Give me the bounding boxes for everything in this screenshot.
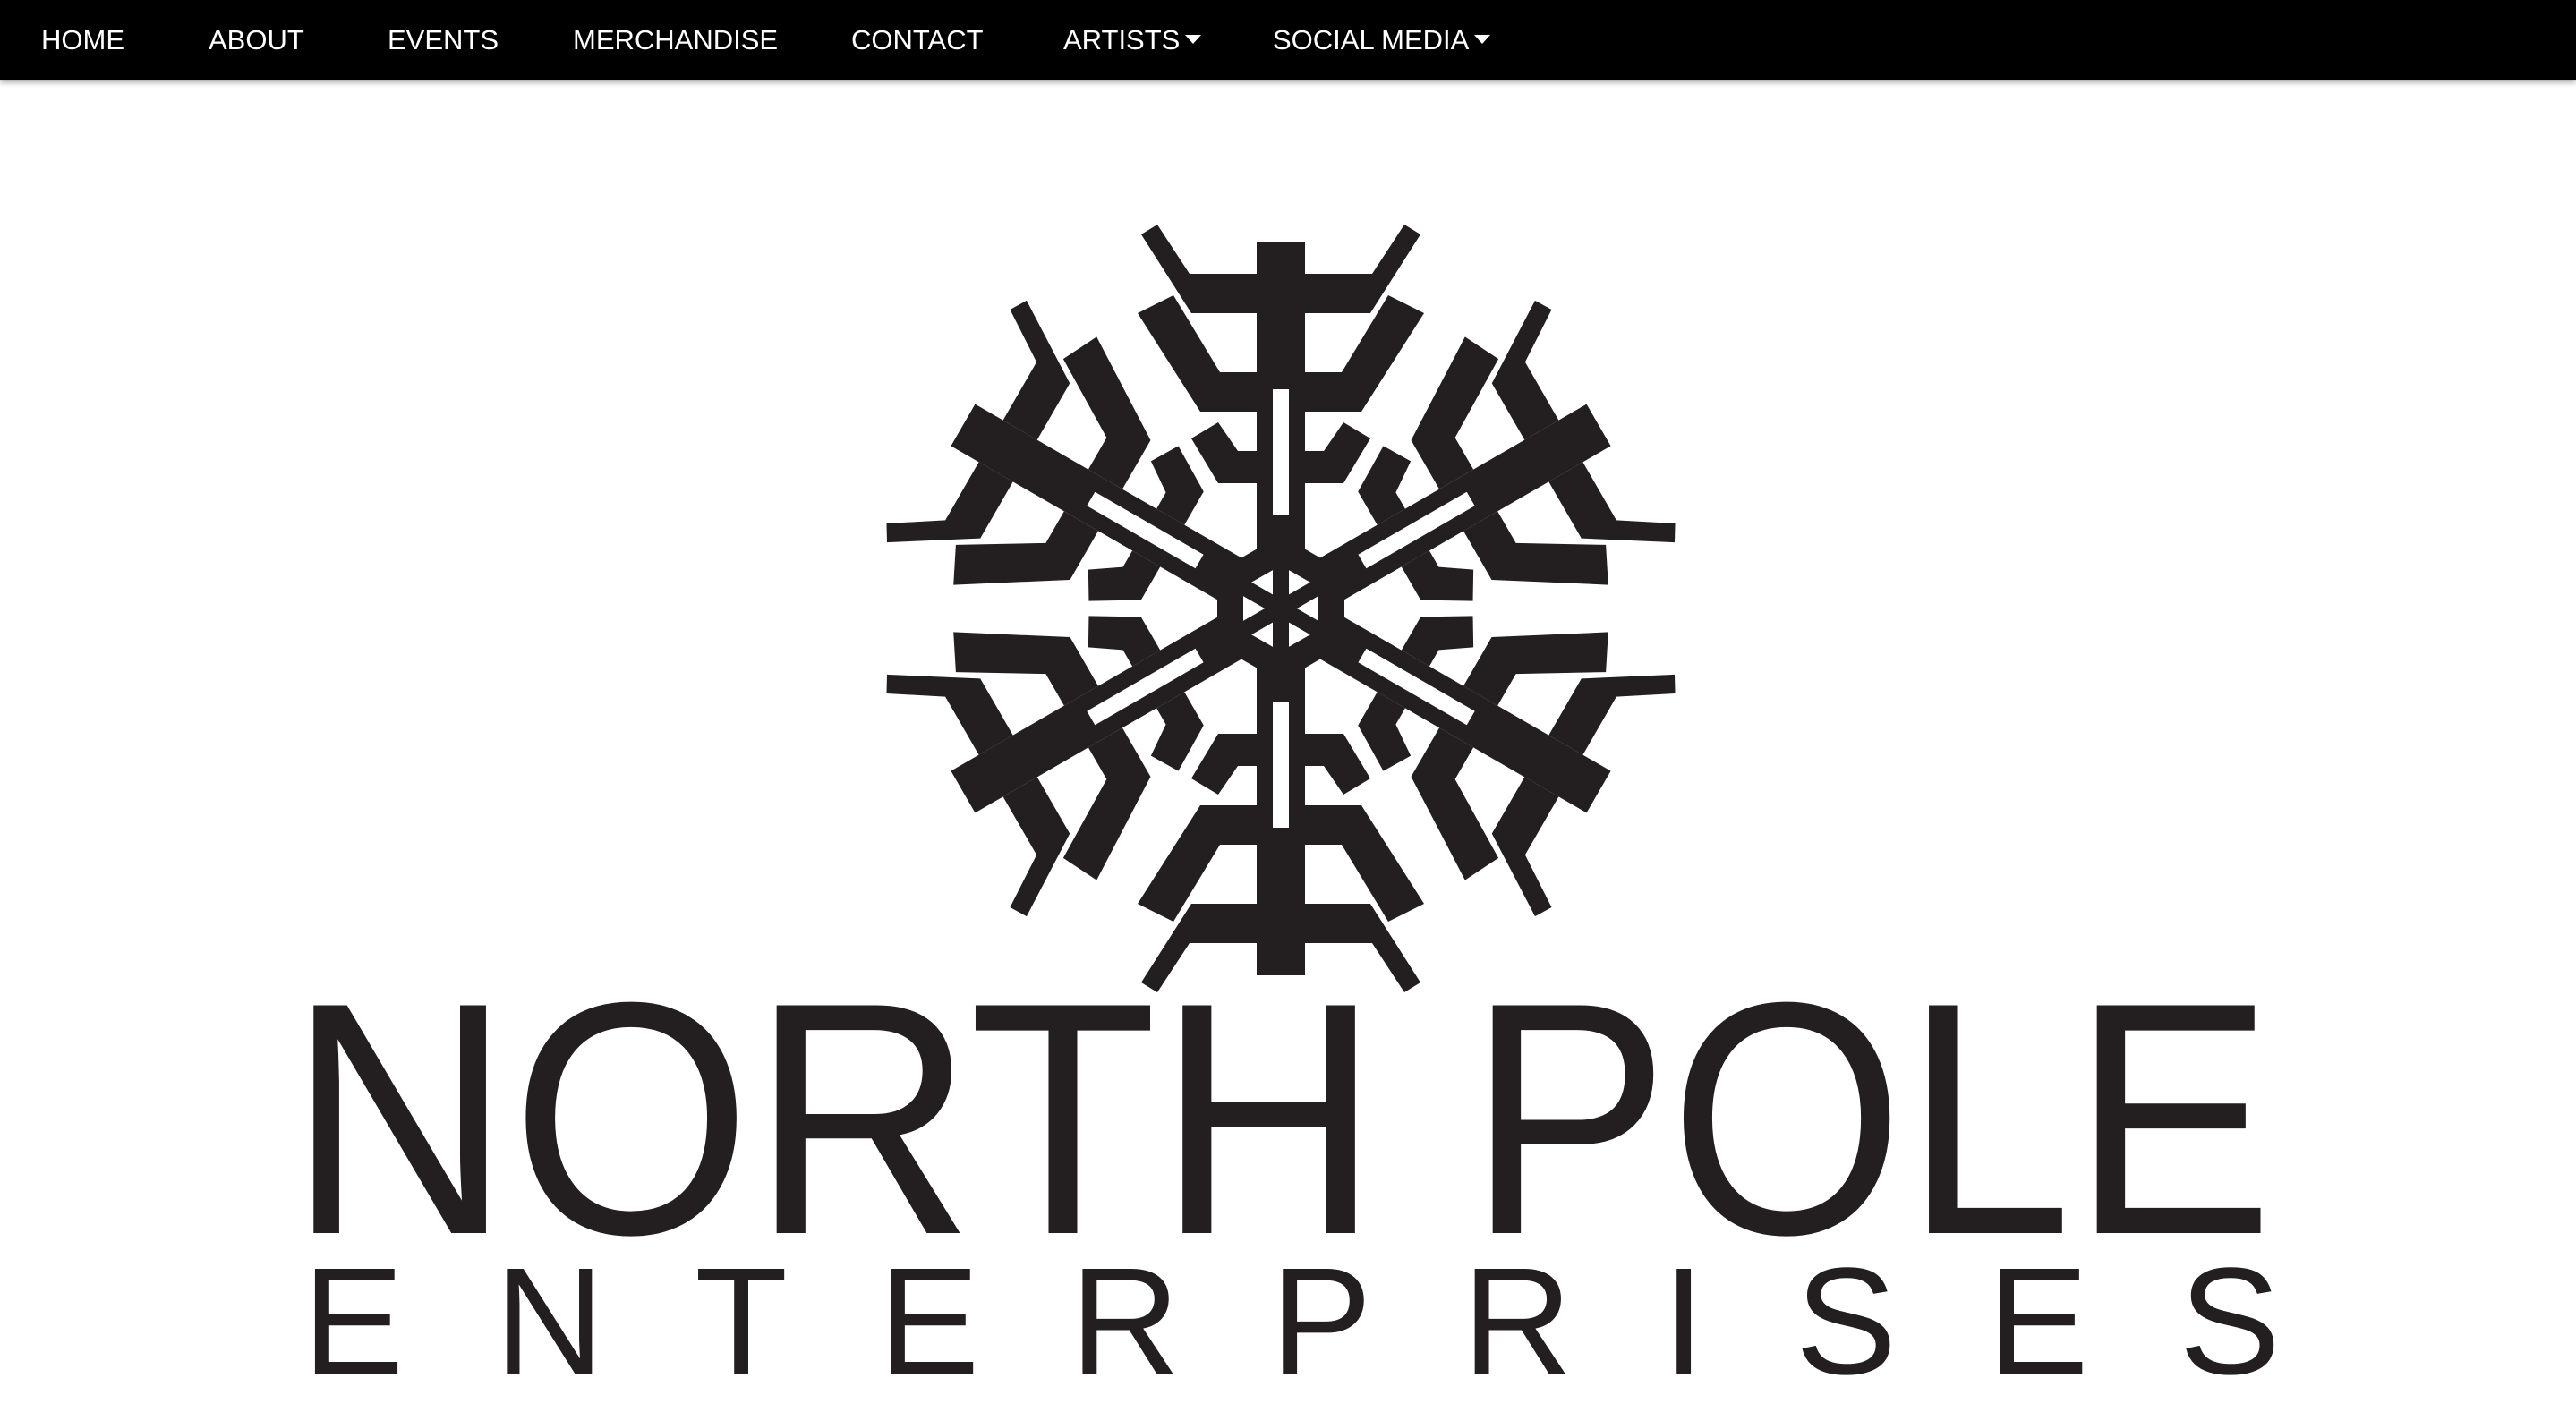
north-pole-logo: NORTH POLE ENTERPRISES <box>288 225 2281 1407</box>
snowflake-icon <box>876 225 1685 992</box>
logo-word-north: NORTH <box>288 934 1380 1304</box>
